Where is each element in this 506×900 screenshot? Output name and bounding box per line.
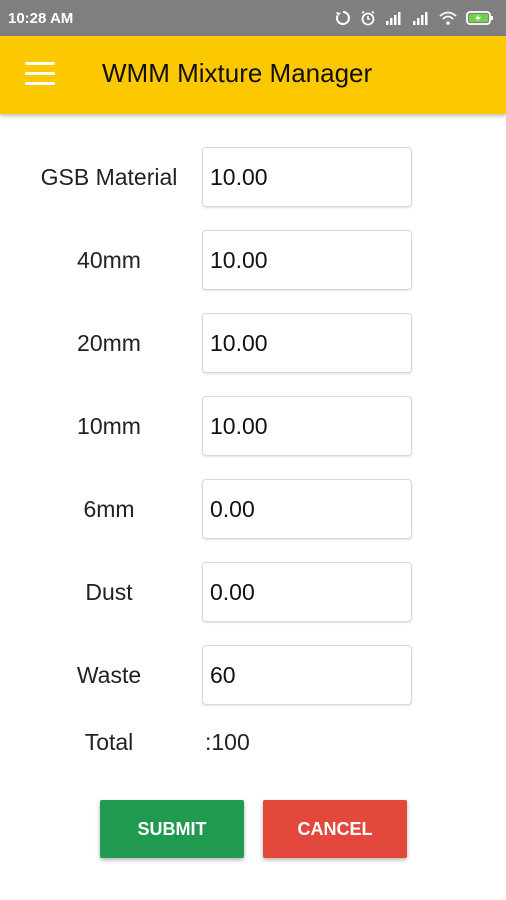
signal-icon [413, 12, 428, 25]
battery-charging-icon [466, 11, 493, 25]
form-row: 20mm [0, 313, 506, 373]
wifi-icon [439, 11, 457, 25]
form-row: 40mm [0, 230, 506, 290]
total-label: Total [84, 728, 134, 755]
app-bar: WMM Mixture Manager [0, 36, 506, 114]
status-time: 10:28 AM [8, 9, 74, 27]
app-title: WMM Mixture Manager [102, 58, 373, 88]
field-input[interactable] [202, 147, 412, 207]
field-input[interactable] [202, 313, 412, 373]
field-label: GSB Material [40, 163, 178, 190]
submit-button[interactable]: SUBMIT [100, 800, 244, 858]
field-label: 20mm [77, 329, 141, 356]
field-label: 40mm [77, 246, 141, 273]
field-label: Waste [76, 661, 142, 688]
status-icons [335, 10, 494, 26]
alarm-icon [361, 10, 375, 26]
field-input[interactable] [202, 396, 412, 456]
field-input[interactable] [202, 562, 412, 622]
form-row: Waste [0, 645, 506, 705]
total-row: Total :100 [0, 725, 506, 759]
form-row: Dust [0, 562, 506, 622]
menu-icon[interactable] [25, 62, 55, 86]
total-value: :100 [205, 728, 250, 755]
field-label: Dust [85, 578, 133, 605]
field-label: 10mm [77, 412, 141, 439]
signal-icon [386, 12, 401, 25]
form-row: 6mm [0, 479, 506, 539]
field-label: 6mm [83, 495, 135, 522]
status-bar: 10:28 AM [0, 0, 506, 36]
field-input[interactable] [202, 479, 412, 539]
cancel-button[interactable]: CANCEL [263, 800, 407, 858]
field-input[interactable] [202, 230, 412, 290]
sync-icon [335, 11, 350, 25]
field-input[interactable] [202, 645, 412, 705]
form-row: GSB Material [0, 147, 506, 207]
form-row: 10mm [0, 396, 506, 456]
